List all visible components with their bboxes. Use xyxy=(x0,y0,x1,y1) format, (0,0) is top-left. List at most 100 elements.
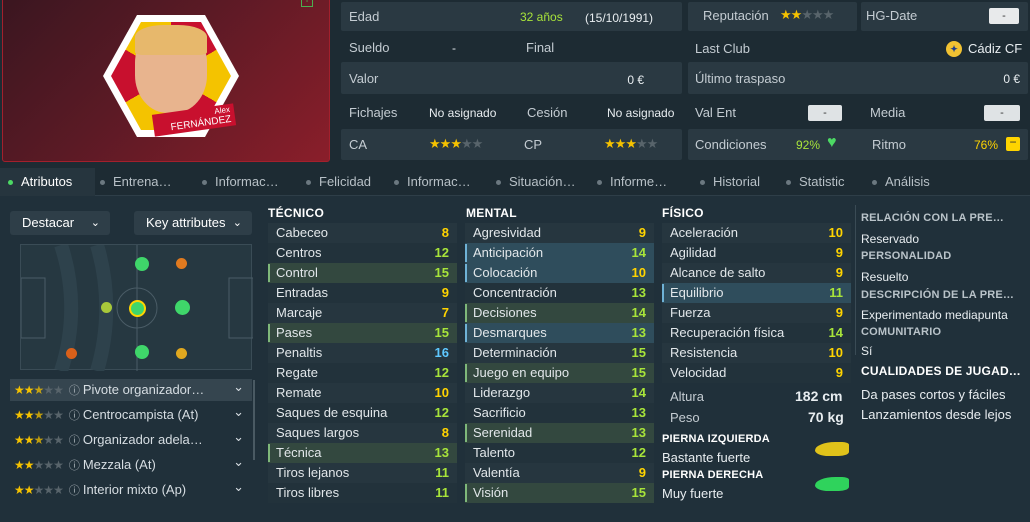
role-item[interactable]: ★★★★★ ⓘ Mezzala (At) ⌄ xyxy=(10,454,252,476)
info-icon[interactable]: ⓘ xyxy=(69,385,80,397)
attribute-row[interactable]: Tiros libres 11 xyxy=(268,483,457,503)
attribute-value: 14 xyxy=(631,305,646,320)
role-item[interactable]: ★★★★★ ⓘ Centrocampista (At) ⌄ xyxy=(10,404,252,426)
tab-analisis[interactable]: Análisis xyxy=(872,168,952,196)
attribute-row[interactable]: Colocación 10 xyxy=(465,263,654,283)
attribute-value: 13 xyxy=(631,405,646,420)
info-icon[interactable]: ⓘ xyxy=(69,485,80,497)
attribute-name: Sacrificio xyxy=(473,405,526,420)
attribute-row[interactable]: Concentración 13 xyxy=(465,283,654,303)
key-attributes-label: Key attributes xyxy=(146,215,226,230)
highlight-bar xyxy=(465,304,467,322)
attribute-name: Control xyxy=(276,265,318,280)
chevron-down-icon[interactable]: ⌄ xyxy=(233,401,244,423)
valent-label: Val Ent xyxy=(695,105,736,120)
attribute-row[interactable]: Serenidad 13 xyxy=(465,423,654,443)
condiciones-label: Condiciones xyxy=(695,137,767,152)
attribute-name: Fuerza xyxy=(670,305,711,320)
divider xyxy=(855,205,856,355)
highlight-bar xyxy=(268,264,270,282)
tab-informe[interactable]: Informe… xyxy=(597,168,687,196)
attribute-value: 9 xyxy=(441,285,449,300)
role-item[interactable]: ★★★★★ ⓘ Interior mixto (Ap) ⌄ xyxy=(10,479,252,501)
attribute-row[interactable]: Saques de esquina 12 xyxy=(268,403,457,423)
lastclub-value[interactable]: Cádiz CF xyxy=(968,41,1022,56)
key-attributes-dropdown[interactable]: Key attributes ⌄ xyxy=(134,211,252,235)
attribute-row[interactable]: Técnica 13 xyxy=(268,443,457,463)
tab-historial[interactable]: Historial xyxy=(700,168,780,196)
add-icon[interactable]: + xyxy=(301,0,313,7)
tab-label: Historial xyxy=(713,174,760,189)
attribute-row[interactable]: Regate 12 xyxy=(268,363,457,383)
attribute-row[interactable]: Anticipación 14 xyxy=(465,243,654,263)
highlight-bar xyxy=(465,424,467,442)
attribute-row[interactable]: Recuperación física 14 xyxy=(662,323,851,343)
attribute-row[interactable]: Remate 10 xyxy=(268,383,457,403)
attribute-row[interactable]: Aceleración 10 xyxy=(662,223,851,243)
attribute-row[interactable]: Equilibrio 11 xyxy=(662,283,851,303)
attribute-row[interactable]: Control 15 xyxy=(268,263,457,283)
attribute-row[interactable]: Centros 12 xyxy=(268,243,457,263)
attribute-row[interactable]: Cabeceo 8 xyxy=(268,223,457,243)
attribute-value: 13 xyxy=(434,445,449,460)
info-icon[interactable]: ⓘ xyxy=(69,460,80,472)
relacion-value: Reservado xyxy=(861,232,920,246)
attribute-value: 15 xyxy=(631,365,646,380)
info-icon[interactable]: ⓘ xyxy=(69,435,80,447)
attribute-row[interactable]: Resistencia 10 xyxy=(662,343,851,363)
attribute-name: Centros xyxy=(276,245,322,260)
traspaso-label: Último traspaso xyxy=(695,71,786,86)
chevron-down-icon: ⌄ xyxy=(232,217,242,229)
attribute-row[interactable]: Saques largos 8 xyxy=(268,423,457,443)
tab-statistic[interactable]: Statistic xyxy=(786,168,866,196)
attribute-row[interactable]: Sacrificio 13 xyxy=(465,403,654,423)
tab-entrenamiento[interactable]: Entrena… xyxy=(100,168,190,196)
tab-informacion-2[interactable]: Informac… xyxy=(394,168,488,196)
scrollbar[interactable] xyxy=(253,380,255,460)
attribute-row[interactable]: Fuerza 9 xyxy=(662,303,851,323)
attribute-row[interactable]: Liderazgo 14 xyxy=(465,383,654,403)
role-item[interactable]: ★★★★★ ⓘ Organizador adela… ⌄ xyxy=(10,429,252,451)
position-dot xyxy=(101,302,112,313)
tecnico-title: TÉCNICO xyxy=(268,206,325,220)
chevron-down-icon[interactable]: ⌄ xyxy=(233,376,244,398)
altura-label: Altura xyxy=(670,389,704,404)
attribute-row[interactable]: Entradas 9 xyxy=(268,283,457,303)
highlight-bar xyxy=(268,444,270,462)
destacar-dropdown[interactable]: Destacar ⌄ xyxy=(10,211,110,235)
attribute-name: Regate xyxy=(276,365,318,380)
attribute-row[interactable]: Agilidad 9 xyxy=(662,243,851,263)
highlight-bar xyxy=(465,364,467,382)
attribute-row[interactable]: Alcance de salto 9 xyxy=(662,263,851,283)
attribute-value: 8 xyxy=(441,225,449,240)
tab-informacion-1[interactable]: Informac… xyxy=(202,168,296,196)
attribute-row[interactable]: Penaltis 16 xyxy=(268,343,457,363)
attribute-row[interactable]: Marcaje 7 xyxy=(268,303,457,323)
attribute-row[interactable]: Tiros lejanos 11 xyxy=(268,463,457,483)
chevron-down-icon[interactable]: ⌄ xyxy=(233,476,244,498)
attribute-row[interactable]: Agresividad 9 xyxy=(465,223,654,243)
attribute-row[interactable]: Talento 12 xyxy=(465,443,654,463)
attribute-value: 12 xyxy=(631,445,646,460)
attribute-row[interactable]: Visión 15 xyxy=(465,483,654,503)
descripcion-label: DESCRIPCIÓN DE LA PRE… xyxy=(861,289,1015,301)
chevron-down-icon[interactable]: ⌄ xyxy=(233,426,244,448)
attribute-row[interactable]: Desmarques 13 xyxy=(465,323,654,343)
attribute-value: 9 xyxy=(835,265,843,280)
tab-situacion[interactable]: Situación… xyxy=(496,168,590,196)
reputacion-label: Reputación xyxy=(703,8,769,23)
attribute-row[interactable]: Decisiones 14 xyxy=(465,303,654,323)
role-item[interactable]: ★★★★★ ⓘ Pivote organizador… ⌄ xyxy=(10,379,252,401)
condiciones-card: Condiciones 92% ♥ Ritmo 76% − xyxy=(688,129,1028,160)
attribute-row[interactable]: Valentía 9 xyxy=(465,463,654,483)
attribute-row[interactable]: Juego en equipo 15 xyxy=(465,363,654,383)
tab-felicidad[interactable]: Felicidad xyxy=(306,168,392,196)
cesion-value: No asignado xyxy=(607,106,675,120)
attribute-row[interactable]: Determinación 15 xyxy=(465,343,654,363)
attribute-row[interactable]: Velocidad 9 xyxy=(662,363,851,383)
info-icon[interactable]: ⓘ xyxy=(69,410,80,422)
attribute-row[interactable]: Pases 15 xyxy=(268,323,457,343)
traspaso-card: Último traspaso 0 € xyxy=(688,62,1028,94)
tab-atributos[interactable]: Atributos xyxy=(0,168,95,196)
chevron-down-icon[interactable]: ⌄ xyxy=(233,451,244,473)
